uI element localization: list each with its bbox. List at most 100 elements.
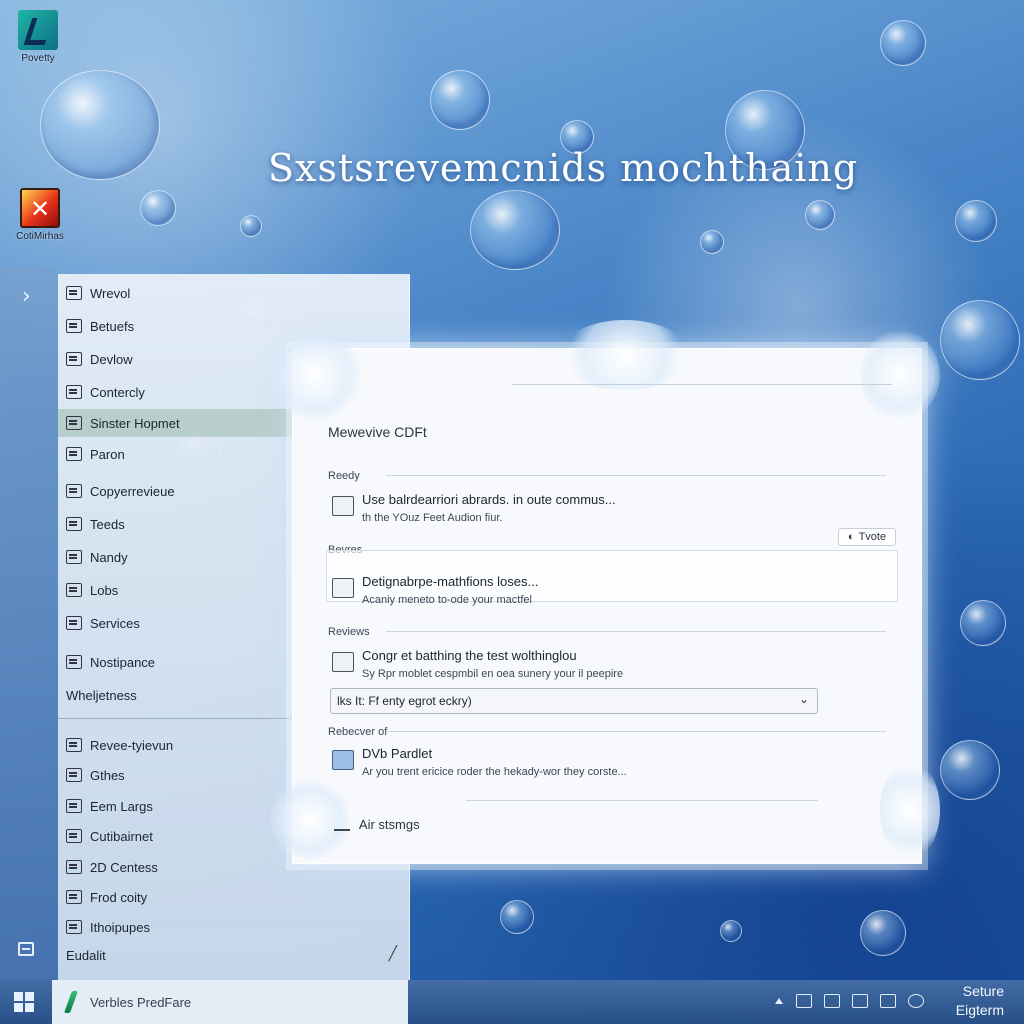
- dialog-bottom-rule: [466, 800, 818, 801]
- desktop-icon-label: CotiMirhas: [16, 231, 64, 242]
- bubble: [430, 70, 490, 130]
- toggle-chip[interactable]: ◐ Tvote: [838, 528, 896, 546]
- menu-item-label: Frod coity: [90, 889, 148, 905]
- menu-item-label: Paron: [90, 446, 125, 462]
- menu-item-label: Revee-tyievun: [90, 737, 174, 753]
- menu-item-icon: [66, 517, 82, 531]
- menu-item-label: 2D Centess: [90, 859, 158, 875]
- row-title: Detignabrpe-mathfions loses...: [362, 574, 539, 589]
- row-title: DVb Pardlet: [362, 746, 433, 761]
- dialog-footer-label: Air stsmgs: [358, 817, 420, 832]
- windows-start-icon: [14, 992, 34, 1012]
- document-icon: [332, 652, 354, 672]
- row-title: Use balrdearriori abrards. in oute commu…: [362, 492, 616, 507]
- menu-item[interactable]: Ithoipupes: [58, 913, 398, 941]
- menu-item[interactable]: Betuefs: [58, 312, 398, 340]
- menu-item-icon: [66, 920, 82, 934]
- message-icon[interactable]: [824, 994, 840, 1008]
- menu-item-label: Betuefs: [90, 318, 135, 334]
- menu-item-label: Ithoipupes: [90, 919, 150, 935]
- chevron-right-icon[interactable]: ›: [22, 284, 31, 309]
- bubble: [40, 70, 160, 180]
- bubble: [720, 920, 742, 942]
- menu-item-icon: [66, 550, 82, 564]
- taskbar-app-label: Verbles PredFare: [90, 994, 192, 1010]
- hero-title: Sxstsrevemcnids mochthaing: [268, 146, 859, 190]
- menu-item-label: Eem Largs: [90, 798, 153, 814]
- desktop-icon-povetty[interactable]: Povetty: [0, 10, 78, 64]
- dialog-top-rule: [512, 384, 892, 385]
- row-title: Congr et batthing the test wolthinglou: [362, 648, 577, 663]
- bubble: [470, 190, 560, 270]
- toggle-label: Tvote: [858, 531, 887, 543]
- bubble: [955, 200, 997, 242]
- dropdown-value: lks It: Ff enty egrot eckry): [337, 694, 472, 708]
- row-description: Ar you trent ericice roder the hekady-wo…: [362, 766, 627, 778]
- section-divider: [386, 631, 886, 632]
- dialog-footer-link[interactable]: Air stsmgs: [334, 817, 420, 832]
- menu-item-label: Lobs: [90, 582, 119, 598]
- menu-item[interactable]: Wrevol: [58, 279, 398, 307]
- toggle-icon: ◐: [847, 531, 855, 543]
- menu-item-icon: [66, 416, 82, 430]
- settings-list-icon: [334, 821, 350, 831]
- taskbar: Verbles PredFare Seture Eigterm: [0, 980, 1024, 1024]
- row-description: th the YOuz Feet Audion fiur.: [362, 512, 503, 524]
- network-icon[interactable]: [796, 994, 812, 1008]
- section-label: Reedy: [328, 470, 360, 482]
- menu-item-label: Cutibairnet: [90, 828, 153, 844]
- menu-item-icon: [66, 352, 82, 366]
- system-tray: [774, 994, 924, 1008]
- dialog-title: Mewevive CDFt: [328, 424, 427, 440]
- desktop-icon-label: Povetty: [21, 53, 55, 64]
- menu-item-label: Gthes: [90, 767, 125, 783]
- desktop-icon-cotimirhas[interactable]: CotiMirhas: [0, 188, 80, 242]
- menu-item-icon: [66, 583, 82, 597]
- section-label: Rebecver of: [328, 726, 388, 738]
- taskbar-app[interactable]: Verbles PredFare: [52, 980, 408, 1024]
- row-description: Sy Rpr moblet cespmbil en oea sunery you…: [362, 668, 624, 680]
- bubble: [140, 190, 176, 226]
- start-button[interactable]: [0, 980, 50, 1024]
- window-icon[interactable]: [18, 942, 34, 956]
- bubble: [960, 600, 1006, 646]
- option-dropdown[interactable]: lks It: Ff enty egrot eckry) ⌄: [330, 688, 818, 714]
- menu-item-icon: [66, 319, 82, 333]
- taskbar-clock[interactable]: Seture Eigterm: [924, 982, 1004, 1020]
- menu-item-icon: [66, 768, 82, 782]
- menu-item-label: Copyerrevieue: [90, 483, 175, 499]
- menu-item[interactable]: Frod coity: [58, 883, 398, 911]
- menu-item-label: Nostipance: [90, 654, 156, 670]
- menu-item-icon: [66, 799, 82, 813]
- menu-item-icon: [66, 286, 82, 300]
- arrow-up-icon[interactable]: [774, 994, 784, 1008]
- menu-item-icon: [66, 655, 82, 669]
- bubble: [860, 910, 906, 956]
- bubble: [500, 900, 534, 934]
- menu-item-icon: [66, 447, 82, 461]
- menu-item-label: Teeds: [90, 516, 125, 532]
- clock-line-2: Eigterm: [955, 1002, 1004, 1018]
- menu-item-icon: [66, 829, 82, 843]
- people-icon: [332, 496, 354, 516]
- menu-item-label: Sinster Hopmet: [90, 415, 180, 431]
- battery-icon[interactable]: [880, 994, 896, 1008]
- chevron-down-icon: ⌄: [798, 692, 809, 706]
- section-divider: [386, 731, 886, 732]
- display-icon[interactable]: [852, 994, 868, 1008]
- bubble: [940, 740, 1000, 800]
- menu-footer-label[interactable]: Eudalit: [66, 948, 386, 963]
- bubble: [880, 20, 926, 66]
- menu-item-icon: [66, 385, 82, 399]
- nav-rail: ›: [0, 268, 58, 980]
- app-shortcut-icon: [18, 10, 58, 50]
- menu-item-label: Nandy: [90, 549, 128, 565]
- section-label: Reviews: [328, 626, 370, 638]
- menu-item-icon: [66, 890, 82, 904]
- folder-icon: [332, 750, 354, 770]
- menu-item-icon: [66, 860, 82, 874]
- menu-item-label: Devlow: [90, 351, 133, 367]
- pencil-icon[interactable]: ╱: [389, 946, 397, 962]
- bubble: [240, 215, 262, 237]
- settings-icon[interactable]: [908, 994, 924, 1008]
